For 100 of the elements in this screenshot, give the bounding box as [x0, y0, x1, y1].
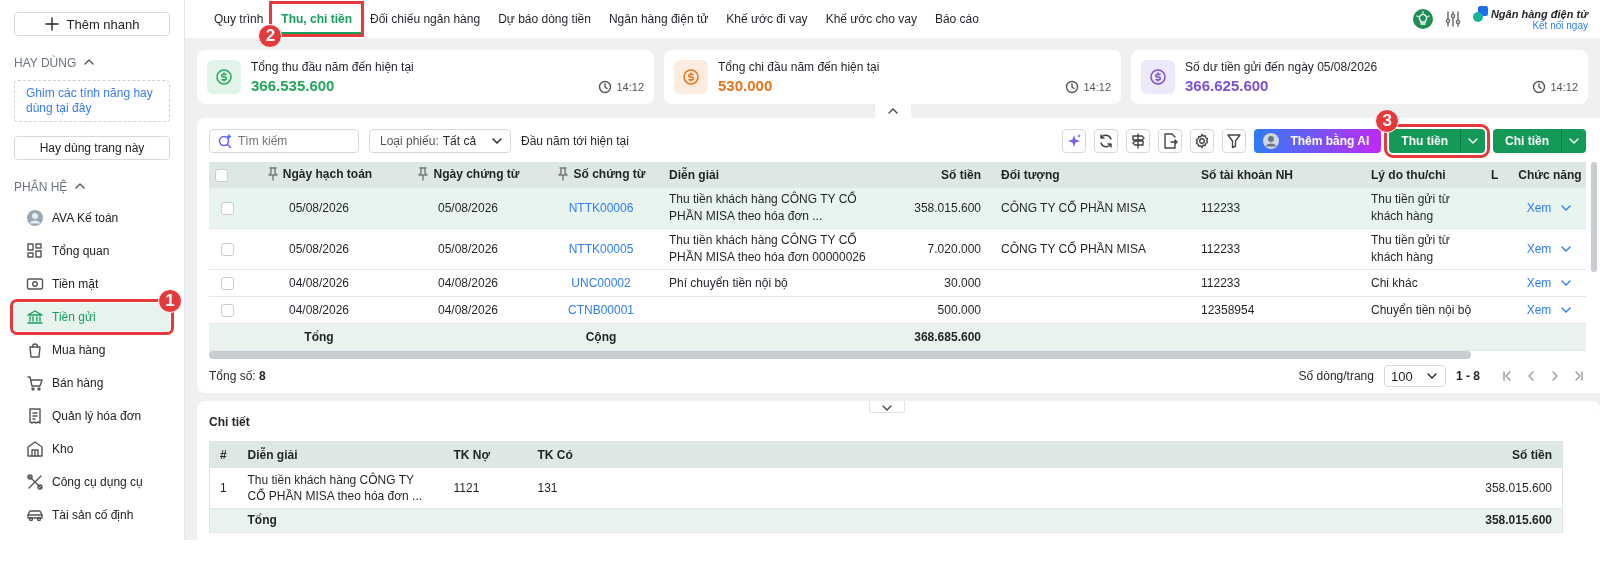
collapse-toggle[interactable]	[869, 401, 905, 413]
tab[interactable]: Dự báo dòng tiền	[489, 4, 600, 34]
export-button[interactable]	[1158, 129, 1183, 153]
record-count: Tổng số: 8	[209, 369, 266, 383]
vertical-scrollbar[interactable]	[1591, 162, 1597, 272]
row-checkbox[interactable]	[220, 242, 234, 256]
column-header[interactable]: Số tiền	[1512, 447, 1552, 462]
table-cell: Chi khác	[1371, 275, 1418, 290]
banknote-icon	[26, 275, 44, 293]
sliders-icon[interactable]	[1443, 10, 1462, 28]
dropdown-button[interactable]	[1460, 129, 1485, 153]
total-cell: 358.015.600	[1485, 513, 1552, 527]
clock-icon	[1532, 80, 1547, 94]
table-cell: 04/08/2026	[437, 302, 499, 317]
view-link[interactable]: Xem	[1526, 301, 1552, 319]
horizontal-scrollbar[interactable]	[209, 351, 1471, 359]
sparkle-button[interactable]	[1062, 129, 1087, 153]
row-checkbox[interactable]	[220, 303, 234, 317]
table-cell: CÔNG TY CỔ PHẦN MISA	[1001, 241, 1146, 256]
module-item[interactable]: Công cụ dụng cụ	[14, 468, 170, 496]
module-item[interactable]: Quản lý hóa đơn	[14, 402, 170, 430]
shopping-bag-icon	[26, 341, 44, 359]
card-value: 366.625.600	[1185, 77, 1270, 94]
table-cell: 05/08/2026	[288, 200, 350, 215]
voucher-type-dropdown[interactable]: Loại phiếu: Tất cả	[369, 129, 511, 153]
settings-icon	[1194, 133, 1211, 149]
section-header[interactable]: HAY DÙNG	[14, 56, 170, 70]
quick-add-button[interactable]: Thêm nhanh	[14, 12, 170, 36]
row-checkbox[interactable]	[220, 276, 234, 290]
tab[interactable]: Khế ước cho vay	[816, 4, 926, 34]
view-link[interactable]: Xem	[1526, 240, 1552, 258]
module-item[interactable]: Kho	[14, 435, 170, 463]
connect-link[interactable]: Kết nối ngay	[1532, 19, 1588, 31]
pay-money-button[interactable]: Chi tiền	[1493, 129, 1561, 153]
pin-page-button[interactable]: Hay dùng trang này	[14, 136, 170, 160]
pin-hint: Ghim các tính năng hay dùng tại đây	[14, 80, 170, 122]
section-header[interactable]: PHÂN HỆ	[14, 180, 170, 194]
card-label: Tổng thu đầu năm đến hiện tại	[251, 60, 415, 74]
tab[interactable]: Báo cáo	[925, 4, 988, 34]
table-cell: Phí chuyển tiền nội bộ	[669, 275, 788, 290]
table-cell: 1	[220, 480, 227, 495]
bank-logo-icon	[1471, 5, 1488, 22]
table-cell: Thu tiền khách hàng CÔNG TY CỔ PHẦN MISA theo hóa đơn ...	[247, 472, 423, 503]
filter-button[interactable]	[1222, 129, 1247, 153]
page-size-dropdown[interactable]: 100	[1384, 365, 1446, 387]
lightbulb-icon[interactable]	[1411, 8, 1434, 30]
table-cell: 500.000	[937, 302, 981, 317]
table-cell: 112233	[1201, 275, 1241, 290]
table-cell: 30.000	[944, 275, 981, 290]
tab[interactable]: Ngân hàng điện tử	[599, 4, 718, 34]
add-with-ai-button[interactable]: Thêm bằng AI	[1254, 129, 1382, 153]
module-item[interactable]: Bán hàng	[14, 369, 170, 397]
module-item[interactable]: Mua hàng	[14, 336, 170, 364]
table-cell: 05/08/2026	[288, 241, 350, 256]
cart-icon	[26, 374, 44, 392]
card-value: 366.535.600	[251, 77, 336, 94]
period-filter[interactable]: Đầu năm tới hiện tại	[521, 134, 629, 148]
table-cell: 05/08/2026	[437, 241, 499, 256]
refresh-icon	[1098, 133, 1115, 149]
refresh-button[interactable]	[1094, 129, 1119, 153]
table-cell: 12358954	[1201, 302, 1255, 317]
table-cell: Thu tiền khách hàng CÔNG TY CỔ PHẦN MISA theo hóa đơn 00000026	[669, 233, 866, 264]
card-value: 530.000	[718, 77, 774, 94]
tab[interactable]: Khế ước đi vay	[717, 4, 817, 34]
row-checkbox[interactable]	[220, 201, 234, 215]
clock-icon	[1065, 80, 1080, 94]
page-size-label: Số dòng/trang	[1298, 369, 1374, 383]
signpost-button[interactable]	[1126, 129, 1151, 153]
tools-icon	[26, 473, 44, 491]
module-item[interactable]: Tổng quan	[14, 237, 170, 265]
card-label: Tổng chi đầu năm đến hiện tại	[718, 60, 881, 74]
column-header[interactable]: Diễn giải	[247, 447, 298, 462]
select-all-checkbox[interactable]	[215, 169, 228, 183]
dropdown-button[interactable]	[1561, 129, 1586, 153]
clock-icon	[598, 80, 613, 94]
module-item[interactable]: AVA Kế toán	[14, 204, 170, 232]
table-cell: 1121	[453, 480, 480, 495]
voucher-link[interactable]: CTNB00001	[567, 302, 634, 317]
tab[interactable]: Đối chiếu ngân hàng	[361, 4, 490, 34]
table-cell: 04/08/2026	[288, 275, 350, 290]
grid-icon	[26, 242, 44, 260]
column-header[interactable]: #	[220, 447, 227, 462]
search-icon	[217, 133, 233, 149]
module-item[interactable]: Tài sản cố định	[14, 501, 170, 529]
view-link[interactable]: Xem	[1526, 274, 1552, 292]
column-header[interactable]: Diễn giải	[669, 168, 719, 182]
table-cell: Thu tiền khách hàng CÔNG TY CỔ PHẦN MISA theo hóa đơn ...	[669, 192, 857, 223]
column-header[interactable]: Đối tượng	[1001, 168, 1060, 182]
voucher-link[interactable]: NTTK00005	[568, 241, 634, 256]
column-header[interactable]: Số tiền	[941, 168, 981, 182]
search-field[interactable]: Tìm kiếm	[209, 129, 359, 153]
voucher-link[interactable]: UNC00002	[571, 275, 631, 290]
view-link[interactable]: Xem	[1526, 199, 1552, 217]
receive-money-button[interactable]: Thu tiền	[1389, 129, 1460, 153]
update-time: 14:12	[1550, 81, 1578, 93]
table-cell: 112233	[1201, 241, 1241, 256]
table-cell: 358.015.600	[914, 200, 981, 215]
settings-button[interactable]	[1190, 129, 1215, 153]
step-badge: 1	[158, 289, 182, 313]
section-title: Chi tiết	[209, 415, 251, 429]
